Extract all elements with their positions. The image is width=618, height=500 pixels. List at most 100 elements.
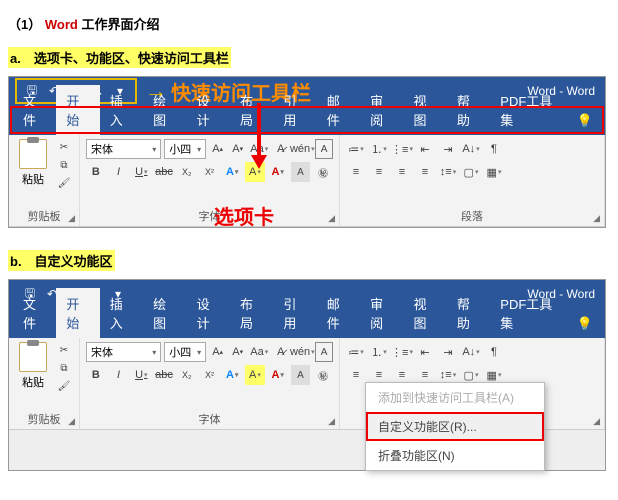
shrink-font-icon[interactable]: A▾: [229, 139, 246, 159]
menu-customize-ribbon[interactable]: 自定义功能区(R)...: [366, 412, 544, 441]
tab-pdf[interactable]: PDF工具集: [490, 288, 568, 338]
text-effects-button[interactable]: A: [222, 365, 242, 385]
clear-format-icon[interactable]: A̷: [272, 342, 289, 362]
enclose-char-button[interactable]: ㊙: [313, 162, 333, 182]
cut-icon[interactable]: ✂: [55, 139, 73, 155]
bold-button[interactable]: B: [86, 162, 106, 182]
tab-view[interactable]: 视图: [404, 288, 447, 338]
bold-button[interactable]: B: [86, 365, 106, 385]
tab-layout[interactable]: 布局: [230, 85, 273, 135]
dialog-launcher-icon[interactable]: ◢: [593, 416, 600, 427]
char-border-button[interactable]: A: [315, 139, 333, 159]
multilevel-icon[interactable]: ⋮≡: [392, 139, 412, 159]
tell-me-icon[interactable]: 💡: [569, 310, 601, 338]
char-shading-button[interactable]: A: [291, 365, 311, 385]
tab-review[interactable]: 审阅: [360, 85, 403, 135]
bullets-icon[interactable]: ≔: [346, 139, 366, 159]
format-painter-icon[interactable]: 🖌: [55, 175, 73, 191]
phonetic-guide-button[interactable]: wén: [292, 139, 312, 159]
tab-home[interactable]: 开始: [56, 85, 99, 135]
show-marks-icon[interactable]: ¶: [484, 139, 504, 159]
shrink-font-icon[interactable]: A▾: [229, 342, 246, 362]
show-marks-icon[interactable]: ¶: [484, 342, 504, 362]
font-size-combo[interactable]: 小四: [164, 342, 206, 362]
paste-button[interactable]: 粘贴: [15, 342, 51, 390]
char-border-button[interactable]: A: [315, 342, 333, 362]
clear-format-icon[interactable]: A̷: [272, 139, 289, 159]
italic-button[interactable]: I: [109, 365, 129, 385]
tell-me-icon[interactable]: 💡: [569, 107, 601, 135]
tab-references[interactable]: 引用: [273, 288, 316, 338]
tab-pdf[interactable]: PDF工具集: [490, 85, 568, 135]
bullets-icon[interactable]: ≔: [346, 342, 366, 362]
phonetic-guide-button[interactable]: wén: [292, 342, 312, 362]
tab-help[interactable]: 帮助: [447, 85, 490, 135]
underline-button[interactable]: U: [131, 365, 151, 385]
multilevel-icon[interactable]: ⋮≡: [392, 342, 412, 362]
dialog-launcher-icon[interactable]: ◢: [328, 416, 335, 427]
char-shading-button[interactable]: A: [291, 162, 311, 182]
dialog-launcher-icon[interactable]: ◢: [328, 213, 335, 224]
font-name-combo[interactable]: 宋体: [86, 139, 161, 159]
change-case-button[interactable]: Aa: [249, 342, 269, 362]
highlight-button[interactable]: A: [245, 162, 265, 182]
highlight-button[interactable]: A: [245, 365, 265, 385]
strikethrough-button[interactable]: abc: [154, 162, 174, 182]
increase-indent-icon[interactable]: ⇥: [438, 342, 458, 362]
strikethrough-button[interactable]: abc: [154, 365, 174, 385]
grow-font-icon[interactable]: A▴: [209, 139, 226, 159]
line-spacing-icon[interactable]: ↕≡: [438, 162, 458, 182]
decrease-indent-icon[interactable]: ⇤: [415, 139, 435, 159]
copy-icon[interactable]: ⧉: [55, 360, 73, 376]
increase-indent-icon[interactable]: ⇥: [438, 139, 458, 159]
copy-icon[interactable]: ⧉: [55, 157, 73, 173]
sort-icon[interactable]: A↓: [461, 342, 481, 362]
dialog-launcher-icon[interactable]: ◢: [68, 213, 75, 224]
italic-button[interactable]: I: [109, 162, 129, 182]
tab-file[interactable]: 文件: [13, 288, 56, 338]
tab-draw[interactable]: 绘图: [143, 85, 186, 135]
superscript-button[interactable]: X²: [200, 162, 220, 182]
tab-mailings[interactable]: 邮件: [317, 288, 360, 338]
superscript-button[interactable]: X²: [200, 365, 220, 385]
tab-draw[interactable]: 绘图: [143, 288, 186, 338]
tab-design[interactable]: 设计: [187, 85, 230, 135]
subscript-button[interactable]: X₂: [177, 162, 197, 182]
text-effects-button[interactable]: A: [222, 162, 242, 182]
justify-icon[interactable]: ≡: [415, 162, 435, 182]
font-size-combo[interactable]: 小四: [164, 139, 206, 159]
dialog-launcher-icon[interactable]: ◢: [68, 416, 75, 427]
tab-view[interactable]: 视图: [404, 85, 447, 135]
tab-help[interactable]: 帮助: [447, 288, 490, 338]
font-name-combo[interactable]: 宋体: [86, 342, 161, 362]
underline-button[interactable]: U: [131, 162, 151, 182]
tab-references[interactable]: 引用: [273, 85, 316, 135]
change-case-button[interactable]: Aa: [249, 139, 269, 159]
tab-review[interactable]: 审阅: [360, 288, 403, 338]
tab-layout[interactable]: 布局: [230, 288, 273, 338]
shading-icon[interactable]: ▢: [461, 162, 481, 182]
align-left-icon[interactable]: ≡: [346, 162, 366, 182]
tab-insert[interactable]: 插入: [100, 288, 143, 338]
enclose-char-button[interactable]: ㊙: [313, 365, 333, 385]
numbering-icon[interactable]: ⒈: [369, 342, 389, 362]
tab-file[interactable]: 文件: [13, 85, 56, 135]
align-right-icon[interactable]: ≡: [392, 162, 412, 182]
decrease-indent-icon[interactable]: ⇤: [415, 342, 435, 362]
subscript-button[interactable]: X₂: [177, 365, 197, 385]
format-painter-icon[interactable]: 🖌: [55, 378, 73, 394]
tab-home[interactable]: 开始: [56, 288, 99, 338]
sort-icon[interactable]: A↓: [461, 139, 481, 159]
menu-collapse-ribbon[interactable]: 折叠功能区(N): [366, 441, 544, 470]
cut-icon[interactable]: ✂: [55, 342, 73, 358]
tab-design[interactable]: 设计: [187, 288, 230, 338]
align-center-icon[interactable]: ≡: [369, 162, 389, 182]
paste-button[interactable]: 粘贴: [15, 139, 51, 187]
align-left-icon[interactable]: ≡: [346, 365, 366, 385]
tab-mailings[interactable]: 邮件: [317, 85, 360, 135]
borders-icon[interactable]: ▦: [484, 162, 504, 182]
numbering-icon[interactable]: ⒈: [369, 139, 389, 159]
dialog-launcher-icon[interactable]: ◢: [593, 213, 600, 224]
grow-font-icon[interactable]: A▴: [209, 342, 226, 362]
tab-insert[interactable]: 插入: [100, 85, 143, 135]
